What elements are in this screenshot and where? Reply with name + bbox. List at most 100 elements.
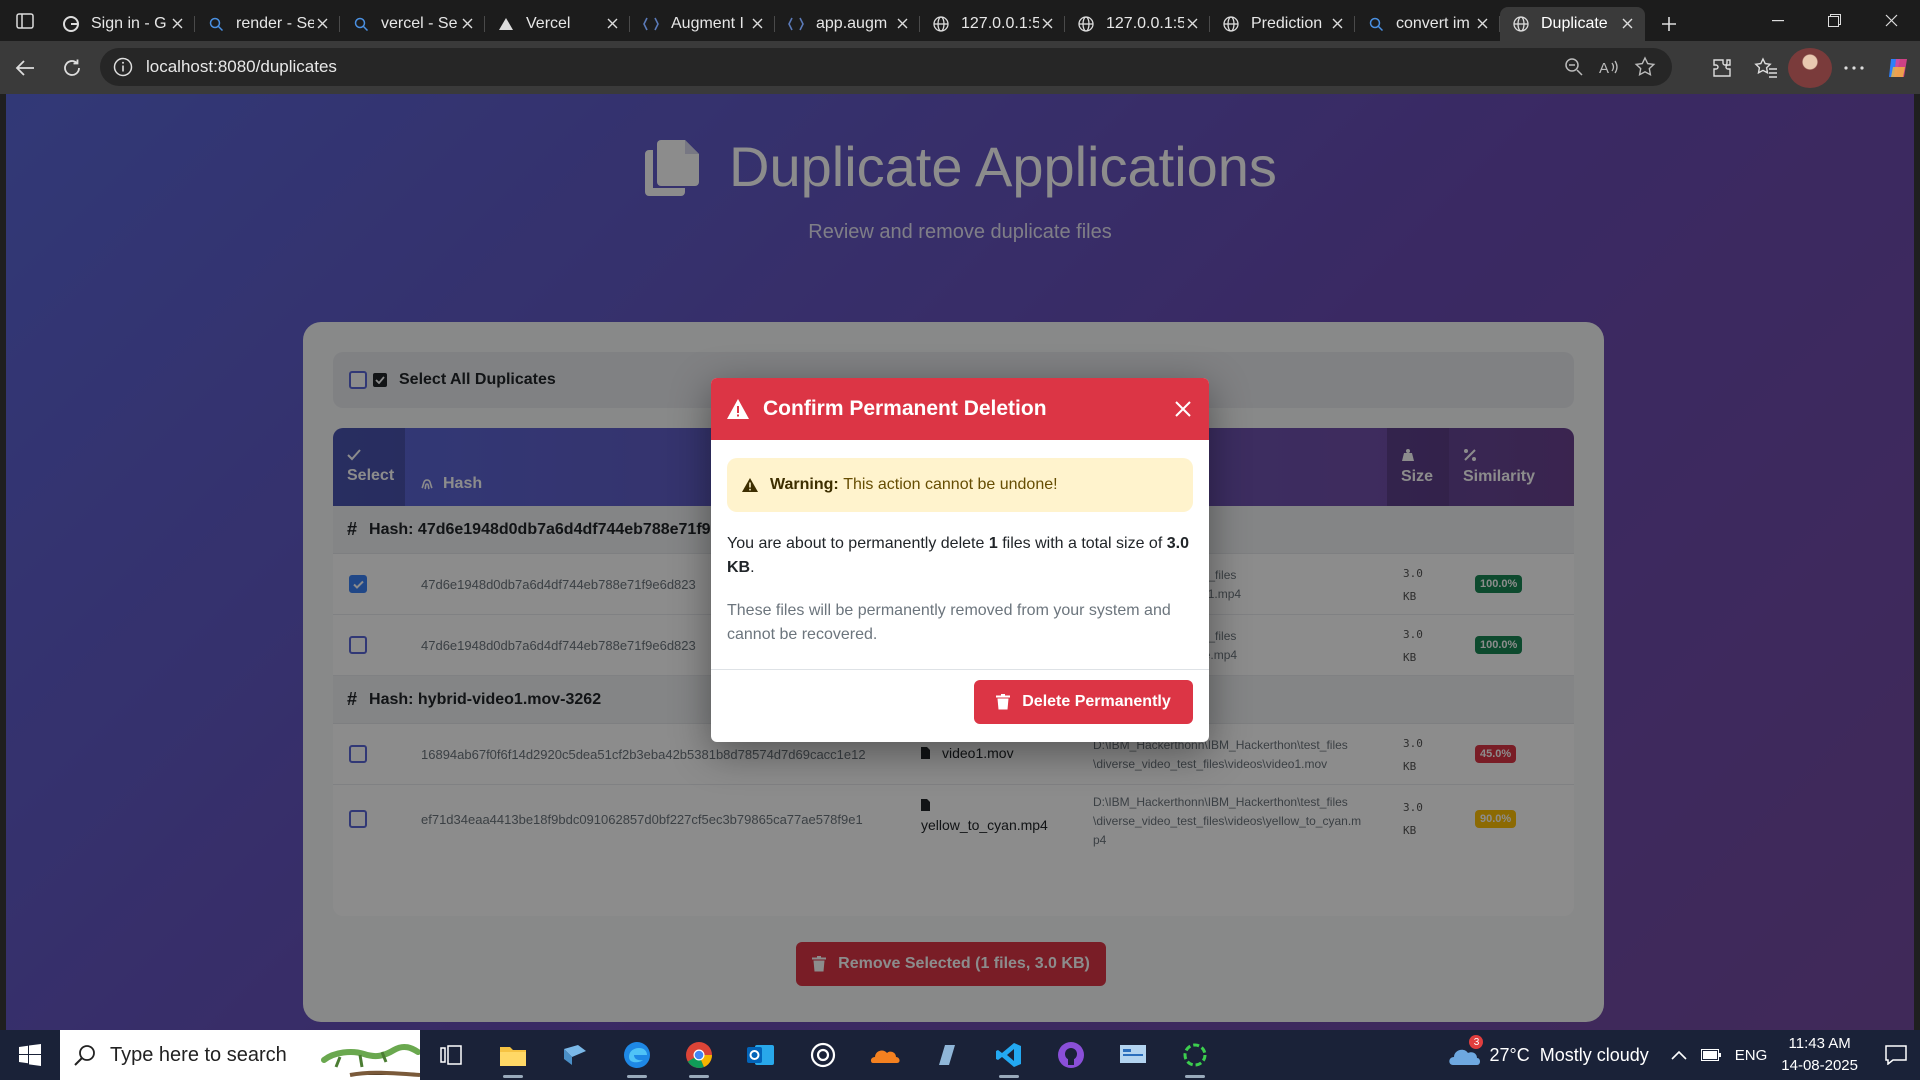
minimize-button[interactable] — [1749, 0, 1806, 41]
delete-summary: You are about to permanently delete 1 fi… — [727, 535, 1189, 576]
tab-title: Sign in - G — [91, 14, 167, 32]
warning-alert: Warning: This action cannot be undone! — [727, 458, 1193, 512]
tab-close-icon[interactable] — [169, 16, 185, 32]
browser-tab-bar: Sign in - G render - Se vercel - Se Vercel A… — [0, 0, 1920, 41]
browser-tab[interactable]: 127.0.0.1:5 — [920, 7, 1065, 41]
tab-close-icon[interactable] — [1619, 16, 1635, 32]
globe-icon — [932, 15, 950, 33]
chevron-up-icon[interactable] — [1671, 1050, 1687, 1060]
clock-time: 11:43 AM — [1788, 1035, 1851, 1052]
close-icon[interactable] — [1171, 397, 1195, 421]
lizard-illustration-icon — [321, 1043, 420, 1077]
tab-title: 127.0.0.1:5 — [961, 14, 1039, 32]
browser-toolbar: localhost:8080/duplicates A — [0, 41, 1920, 94]
zoom-icon[interactable] — [1564, 57, 1584, 77]
tab-close-icon[interactable] — [894, 16, 910, 32]
refresh-button[interactable] — [50, 48, 94, 88]
close-window-button[interactable] — [1863, 0, 1920, 41]
tab-close-icon[interactable] — [459, 16, 475, 32]
search-icon — [1367, 15, 1385, 33]
tab-close-icon[interactable] — [1184, 16, 1200, 32]
outlook-icon[interactable] — [730, 1030, 792, 1080]
browser-tab[interactable]: Vercel — [485, 7, 630, 41]
trash-icon — [996, 694, 1011, 710]
read-aloud-icon[interactable]: A — [1598, 57, 1620, 77]
vscode-icon[interactable] — [978, 1030, 1040, 1080]
cloud-icon: 3 — [1447, 1035, 1484, 1067]
address-bar[interactable]: localhost:8080/duplicates A — [100, 48, 1672, 86]
edge-browser-icon[interactable] — [606, 1030, 668, 1080]
file-explorer-icon[interactable] — [482, 1030, 544, 1080]
task-view-icon[interactable] — [420, 1030, 482, 1080]
augment-icon — [642, 15, 660, 33]
delete-permanently-button[interactable]: Delete Permanently — [974, 680, 1193, 724]
back-button[interactable] — [3, 48, 47, 88]
profile-avatar[interactable] — [1788, 47, 1832, 88]
windows-taskbar: Type here to search 3 27°C Mostly cloudy… — [0, 1030, 1920, 1080]
browser-tab[interactable]: Sign in - G — [50, 7, 195, 41]
taskbar-search[interactable]: Type here to search — [60, 1030, 420, 1080]
chatgpt-icon[interactable] — [792, 1030, 854, 1080]
tab-actions-icon[interactable] — [0, 0, 50, 41]
tab-title: vercel - Se — [381, 14, 458, 32]
github-icon[interactable] — [1040, 1030, 1102, 1080]
app-circle-icon[interactable] — [1164, 1030, 1226, 1080]
tab-active[interactable]: Duplicate — [1500, 6, 1645, 41]
vercel-icon — [497, 15, 515, 33]
control-panel-icon[interactable] — [1102, 1030, 1164, 1080]
extensions-icon[interactable] — [1700, 48, 1744, 88]
windows-start-icon[interactable] — [0, 1030, 60, 1080]
cloudflare-icon[interactable] — [854, 1030, 916, 1080]
globe-icon — [1077, 15, 1095, 33]
browser-tab[interactable]: Augment I — [630, 7, 775, 41]
new-tab-button[interactable] — [1649, 7, 1689, 41]
restore-button[interactable] — [1806, 0, 1863, 41]
tab-close-icon[interactable] — [749, 16, 765, 32]
browser-tab[interactable]: render - Se — [195, 7, 340, 41]
augment-icon — [787, 15, 805, 33]
tab-title: Prediction — [1251, 14, 1323, 32]
tab-close-icon[interactable] — [1329, 16, 1345, 32]
tab-close-icon[interactable] — [604, 16, 620, 32]
tab-close-icon[interactable] — [1039, 16, 1055, 32]
tab-title: Vercel — [526, 14, 571, 32]
more-menu-icon[interactable] — [1832, 48, 1876, 88]
notifications-icon[interactable] — [1872, 1045, 1920, 1065]
svg-text:A: A — [1599, 60, 1609, 77]
clock-date: 14-08-2025 — [1781, 1057, 1858, 1074]
app-icon[interactable] — [544, 1030, 606, 1080]
browser-tab[interactable]: Prediction — [1210, 7, 1355, 41]
copilot-icon[interactable] — [1876, 48, 1920, 88]
confirm-delete-modal: Confirm Permanent Deletion Warning: This… — [711, 378, 1209, 742]
file-count: 1 — [988, 535, 998, 552]
search-icon — [74, 1045, 95, 1066]
favorites-icon[interactable] — [1744, 48, 1788, 88]
browser-tab[interactable]: 127.0.0.1:5 — [1065, 7, 1210, 41]
chrome-icon[interactable] — [668, 1030, 730, 1080]
language-indicator[interactable]: ENG — [1735, 1047, 1768, 1064]
tab-close-icon[interactable] — [1474, 16, 1490, 32]
battery-icon[interactable] — [1700, 1049, 1721, 1061]
modal-title: Confirm Permanent Deletion — [763, 397, 1047, 420]
favorite-star-icon[interactable] — [1634, 56, 1656, 78]
modal-body: Warning: This action cannot be undone! Y… — [711, 440, 1209, 670]
delete-note: These files will be permanently removed … — [727, 602, 1171, 643]
warning-label: Warning: — [770, 476, 839, 493]
site-info-icon[interactable] — [112, 56, 134, 78]
app-icon[interactable] — [916, 1030, 978, 1080]
browser-tab[interactable]: app.augm — [775, 7, 920, 41]
clock[interactable]: 11:43 AM 14-08-2025 — [1781, 1033, 1858, 1077]
tab-title: 127.0.0.1:5 — [1106, 14, 1184, 32]
tab-title: convert im — [1396, 14, 1470, 32]
weather-widget[interactable]: 3 27°C Mostly cloudy — [1447, 1035, 1649, 1067]
modal-header: Confirm Permanent Deletion — [711, 378, 1209, 440]
tab-title: app.augm — [816, 14, 888, 32]
browser-tab[interactable]: vercel - Se — [340, 7, 485, 41]
search-icon — [207, 15, 225, 33]
url-text: localhost:8080/duplicates — [146, 57, 337, 76]
alert-triangle-icon — [742, 478, 758, 492]
tab-title: Augment I — [671, 14, 744, 32]
browser-tab[interactable]: convert im — [1355, 7, 1500, 41]
tab-close-icon[interactable] — [314, 16, 330, 32]
search-placeholder: Type here to search — [110, 1043, 287, 1066]
